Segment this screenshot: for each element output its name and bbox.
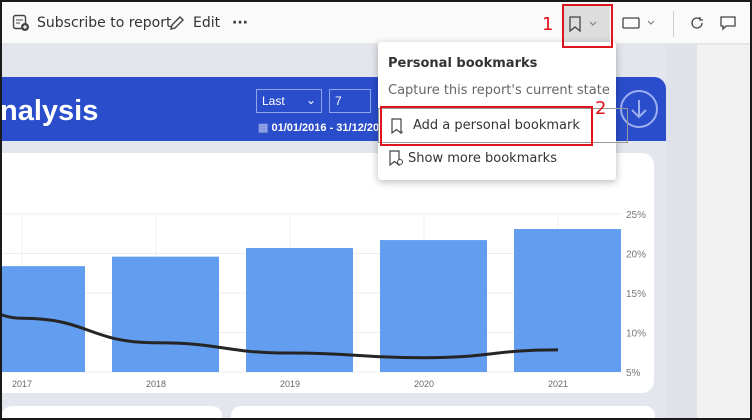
menu-subtitle: Capture this report's current state xyxy=(388,83,610,98)
chevron-down-icon: ⌄ xyxy=(305,93,316,107)
highlight-box-2 xyxy=(380,106,593,146)
x-tick-label: 2019 xyxy=(280,379,300,389)
x-tick-label: 2017 xyxy=(12,379,32,389)
pencil-icon xyxy=(170,16,184,30)
step-number-2: 2 xyxy=(595,98,607,119)
y-tick-label: 25% xyxy=(626,210,646,221)
app-window: Subscribe to report Edit ··· nalysis Las… xyxy=(2,2,750,418)
edit-label: Edit xyxy=(193,15,221,31)
toolbar: Subscribe to report Edit ··· xyxy=(2,2,750,44)
subscribe-button[interactable]: Subscribe to report xyxy=(12,2,172,44)
y-tick-label: 10% xyxy=(626,329,646,340)
edit-button[interactable]: Edit xyxy=(168,2,220,44)
report-scrollbar-area xyxy=(666,45,697,418)
bookmark-search-icon xyxy=(389,150,403,166)
period-value-input[interactable]: 7 xyxy=(329,89,371,113)
card-bottom-left xyxy=(2,406,222,418)
menu-item-label: Show more bookmarks xyxy=(408,150,557,166)
report-title: nalysis xyxy=(2,95,99,127)
side-pane xyxy=(697,45,750,418)
chevron-down-icon xyxy=(647,20,655,25)
y-tick-label: 20% xyxy=(626,250,646,261)
step-number-1: 1 xyxy=(542,14,554,35)
period-select-value: Last xyxy=(262,94,285,108)
calendar-icon: ▦ xyxy=(258,122,272,134)
x-tick-label: 2018 xyxy=(146,379,166,389)
more-options-button[interactable]: ··· xyxy=(232,2,248,44)
bar-2018 xyxy=(112,256,219,372)
comment-icon xyxy=(720,15,736,31)
combo-chart: 25%20%15%10%5%201620172018201920202021 xyxy=(2,210,646,389)
refresh-icon xyxy=(691,17,703,29)
toolbar-divider xyxy=(673,11,674,37)
bar-2020 xyxy=(380,240,487,372)
highlight-box-1 xyxy=(562,4,613,48)
subscribe-icon xyxy=(12,14,29,31)
y-tick-label: 5% xyxy=(626,368,641,379)
subscribe-label: Subscribe to report xyxy=(37,15,172,31)
view-icon xyxy=(622,17,640,29)
refresh-button[interactable] xyxy=(690,2,711,44)
chart-card: 25%20%15%10%5%201620172018201920202021 xyxy=(2,153,654,393)
period-select[interactable]: Last ⌄ xyxy=(256,89,322,113)
y-tick-label: 15% xyxy=(626,289,646,300)
date-range-text: 01/01/2016 - 31/12/20 xyxy=(271,122,380,134)
x-tick-label: 2020 xyxy=(414,379,434,389)
menu-title: Personal bookmarks xyxy=(388,56,538,71)
menu-item-show-bookmarks[interactable]: Show more bookmarks xyxy=(378,150,616,166)
x-tick-label: 2021 xyxy=(548,379,568,389)
comment-button[interactable] xyxy=(720,2,743,44)
view-button[interactable] xyxy=(622,2,662,44)
date-range: ▦ 01/01/2016 - 31/12/20 xyxy=(258,121,379,134)
card-bottom-right xyxy=(231,406,655,418)
